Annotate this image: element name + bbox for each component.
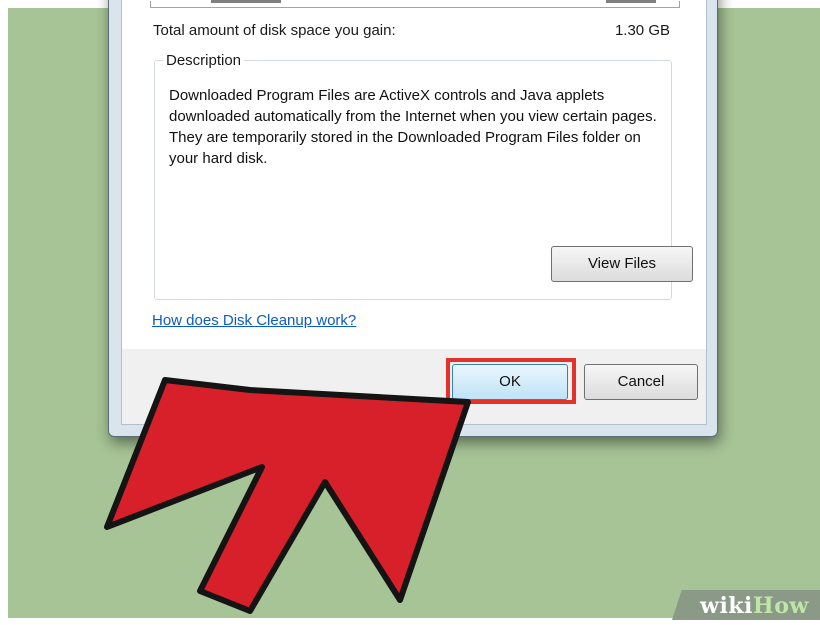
description-legend: Description bbox=[163, 52, 245, 69]
file-list[interactable] bbox=[150, 0, 680, 8]
disk-cleanup-dialog: Total amount of disk space you gain: 1.3… bbox=[108, 0, 718, 437]
total-space-label: Total amount of disk space you gain: bbox=[153, 22, 396, 39]
description-group: Description Downloaded Program Files are… bbox=[154, 52, 693, 300]
view-files-button[interactable]: View Files bbox=[551, 246, 693, 282]
dialog-content-panel: Total amount of disk space you gain: 1.3… bbox=[122, 0, 706, 349]
list-item-size-fragment bbox=[606, 0, 656, 3]
dialog-body: Total amount of disk space you gain: 1.3… bbox=[121, 0, 707, 425]
ok-button[interactable]: OK bbox=[452, 364, 568, 400]
logo-part-how: How bbox=[752, 593, 809, 619]
wikihow-logo: wikiHow bbox=[700, 593, 809, 619]
help-link[interactable]: How does Disk Cleanup work? bbox=[152, 312, 356, 329]
list-item-text-fragment bbox=[211, 0, 281, 3]
total-space-value: 1.30 GB bbox=[614, 22, 670, 39]
cancel-button[interactable]: Cancel bbox=[584, 364, 698, 400]
description-text: Downloaded Program Files are ActiveX con… bbox=[169, 87, 657, 167]
logo-part-wiki: wiki bbox=[700, 593, 753, 619]
